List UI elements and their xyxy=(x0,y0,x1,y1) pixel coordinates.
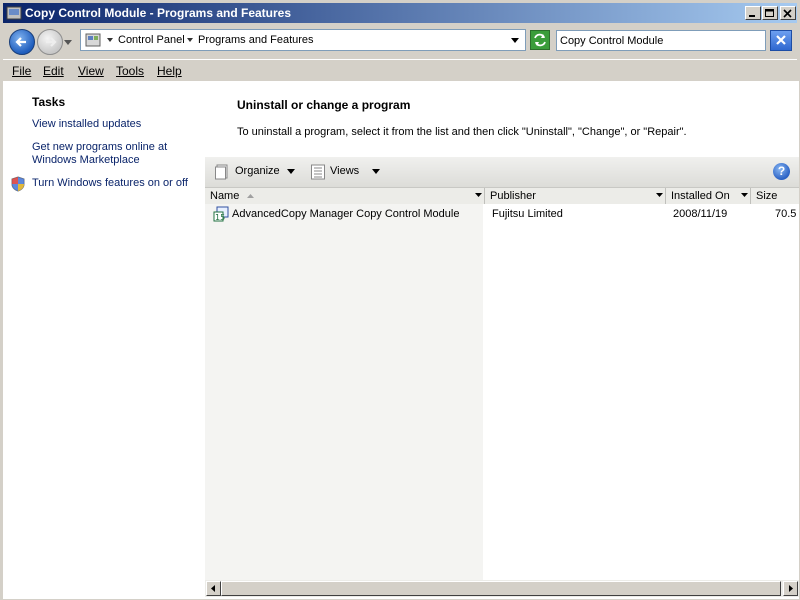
column-header-publisher[interactable]: Publisher xyxy=(485,188,666,204)
close-icon xyxy=(783,9,792,18)
organize-dropdown-icon[interactable] xyxy=(287,169,295,174)
page-title: Uninstall or change a program xyxy=(237,98,411,112)
back-button[interactable] xyxy=(9,29,35,55)
program-installed-on: 2008/11/19 xyxy=(673,208,728,220)
recent-pages-dropdown-icon[interactable] xyxy=(64,40,73,46)
window-title: Copy Control Module - Programs and Featu… xyxy=(25,6,292,20)
program-name: AdvancedCopy Manager Copy Control Module xyxy=(232,208,460,220)
sorted-column-background xyxy=(205,204,483,580)
scroll-thumb[interactable] xyxy=(221,581,781,596)
program-size: 70.5 xyxy=(775,208,797,220)
forward-arrow-icon xyxy=(46,37,57,47)
menu-tools[interactable]: Tools xyxy=(116,64,144,78)
command-toolbar: Organize Views ? xyxy=(205,157,799,188)
maximize-button[interactable] xyxy=(762,6,778,20)
views-button[interactable]: Views xyxy=(330,165,359,177)
refresh-button[interactable] xyxy=(530,30,550,50)
table-row[interactable]: 15 AdvancedCopy Manager Copy Control Mod… xyxy=(205,206,799,222)
control-panel-icon xyxy=(6,6,22,20)
control-panel-folder-icon xyxy=(85,33,101,47)
organize-button[interactable]: Organize xyxy=(235,165,280,177)
shield-icon xyxy=(11,176,25,192)
get-new-programs-link-line2[interactable]: Windows Marketplace xyxy=(32,154,140,167)
list-header: Name Publisher Installed On Size xyxy=(205,188,799,205)
back-arrow-icon xyxy=(15,37,26,47)
column-header-name[interactable]: Name xyxy=(205,188,485,204)
scroll-right-button[interactable] xyxy=(783,581,798,596)
turn-windows-features-link[interactable]: Turn Windows features on or off xyxy=(32,177,188,190)
column-header-size[interactable]: Size xyxy=(751,188,799,204)
menu-help[interactable]: Help xyxy=(157,64,182,78)
svg-text:15: 15 xyxy=(215,213,225,222)
search-input[interactable] xyxy=(560,32,760,49)
address-bar[interactable]: Control Panel Programs and Features xyxy=(80,29,526,51)
program-publisher: Fujitsu Limited xyxy=(492,208,563,220)
search-box[interactable] xyxy=(556,30,766,51)
minimize-icon xyxy=(749,15,755,17)
help-icon[interactable]: ? xyxy=(773,163,790,180)
clear-search-button[interactable] xyxy=(770,30,792,51)
scroll-right-icon xyxy=(789,585,793,592)
column-header-installed-on[interactable]: Installed On xyxy=(666,188,751,204)
sort-ascending-icon xyxy=(247,194,254,198)
explorer-window: Copy Control Module - Programs and Featu… xyxy=(0,0,800,600)
title-bar[interactable]: Copy Control Module - Programs and Featu… xyxy=(3,3,797,23)
refresh-icon xyxy=(534,33,546,47)
address-dropdown-icon[interactable] xyxy=(511,38,519,43)
program-list: 15 AdvancedCopy Manager Copy Control Mod… xyxy=(205,204,799,580)
menu-edit[interactable]: Edit xyxy=(43,64,64,78)
get-new-programs-link[interactable]: Get new programs online at xyxy=(32,141,167,154)
tasks-heading: Tasks xyxy=(32,95,66,109)
breadcrumb-control-panel[interactable]: Control Panel xyxy=(118,34,185,46)
organize-icon xyxy=(215,164,228,180)
views-icon xyxy=(311,164,325,180)
forward-button[interactable] xyxy=(37,29,63,55)
content-area: Tasks View installed updates Get new pro… xyxy=(3,81,799,599)
menu-file[interactable]: File xyxy=(12,64,31,78)
scroll-left-button[interactable] xyxy=(206,581,221,596)
close-button[interactable] xyxy=(780,6,796,20)
minimize-button[interactable] xyxy=(745,6,761,20)
filter-dropdown-icon[interactable] xyxy=(741,193,748,198)
breadcrumb-arrow-icon[interactable] xyxy=(187,38,193,43)
horizontal-scrollbar[interactable] xyxy=(205,580,799,597)
installer-icon: 15 xyxy=(213,206,229,222)
address-row: Control Panel Programs and Features xyxy=(3,27,797,57)
scroll-left-icon xyxy=(211,585,215,592)
breadcrumb-programs-features[interactable]: Programs and Features xyxy=(198,34,314,46)
filter-dropdown-icon[interactable] xyxy=(656,193,663,198)
filter-dropdown-icon[interactable] xyxy=(475,193,482,198)
menu-view[interactable]: View xyxy=(78,64,104,78)
menu-bar: File Edit View Tools Help xyxy=(3,59,797,81)
clear-icon xyxy=(776,35,786,45)
views-dropdown-icon[interactable] xyxy=(372,169,380,174)
tasks-pane: Tasks View installed updates Get new pro… xyxy=(3,81,205,599)
breadcrumb-arrow-icon[interactable] xyxy=(107,38,113,43)
page-description: To uninstall a program, select it from t… xyxy=(237,126,687,138)
view-installed-updates-link[interactable]: View installed updates xyxy=(32,118,141,131)
maximize-icon xyxy=(765,9,774,17)
